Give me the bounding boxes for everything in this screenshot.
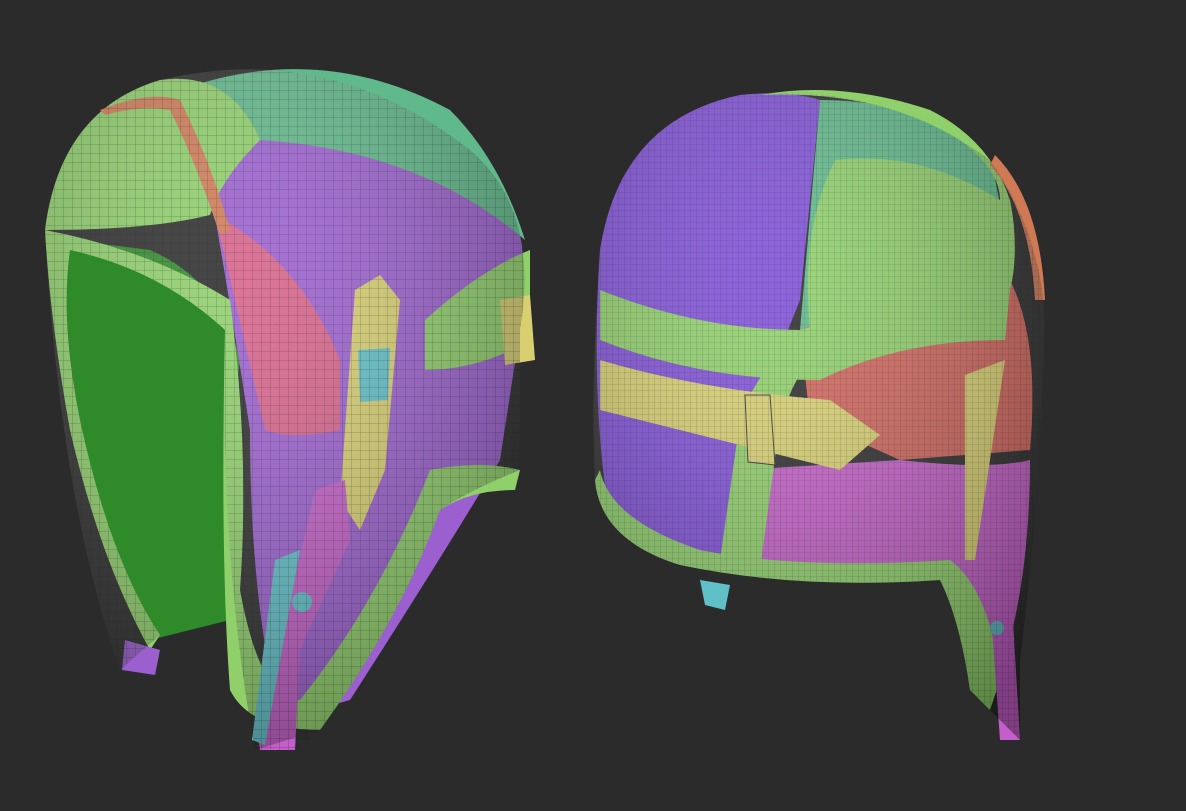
helmet-right-view [593, 90, 1045, 740]
helmet-render-scene [45, 69, 1045, 751]
bottom-ear-tab [700, 580, 730, 610]
helmet-left-view [45, 69, 535, 751]
